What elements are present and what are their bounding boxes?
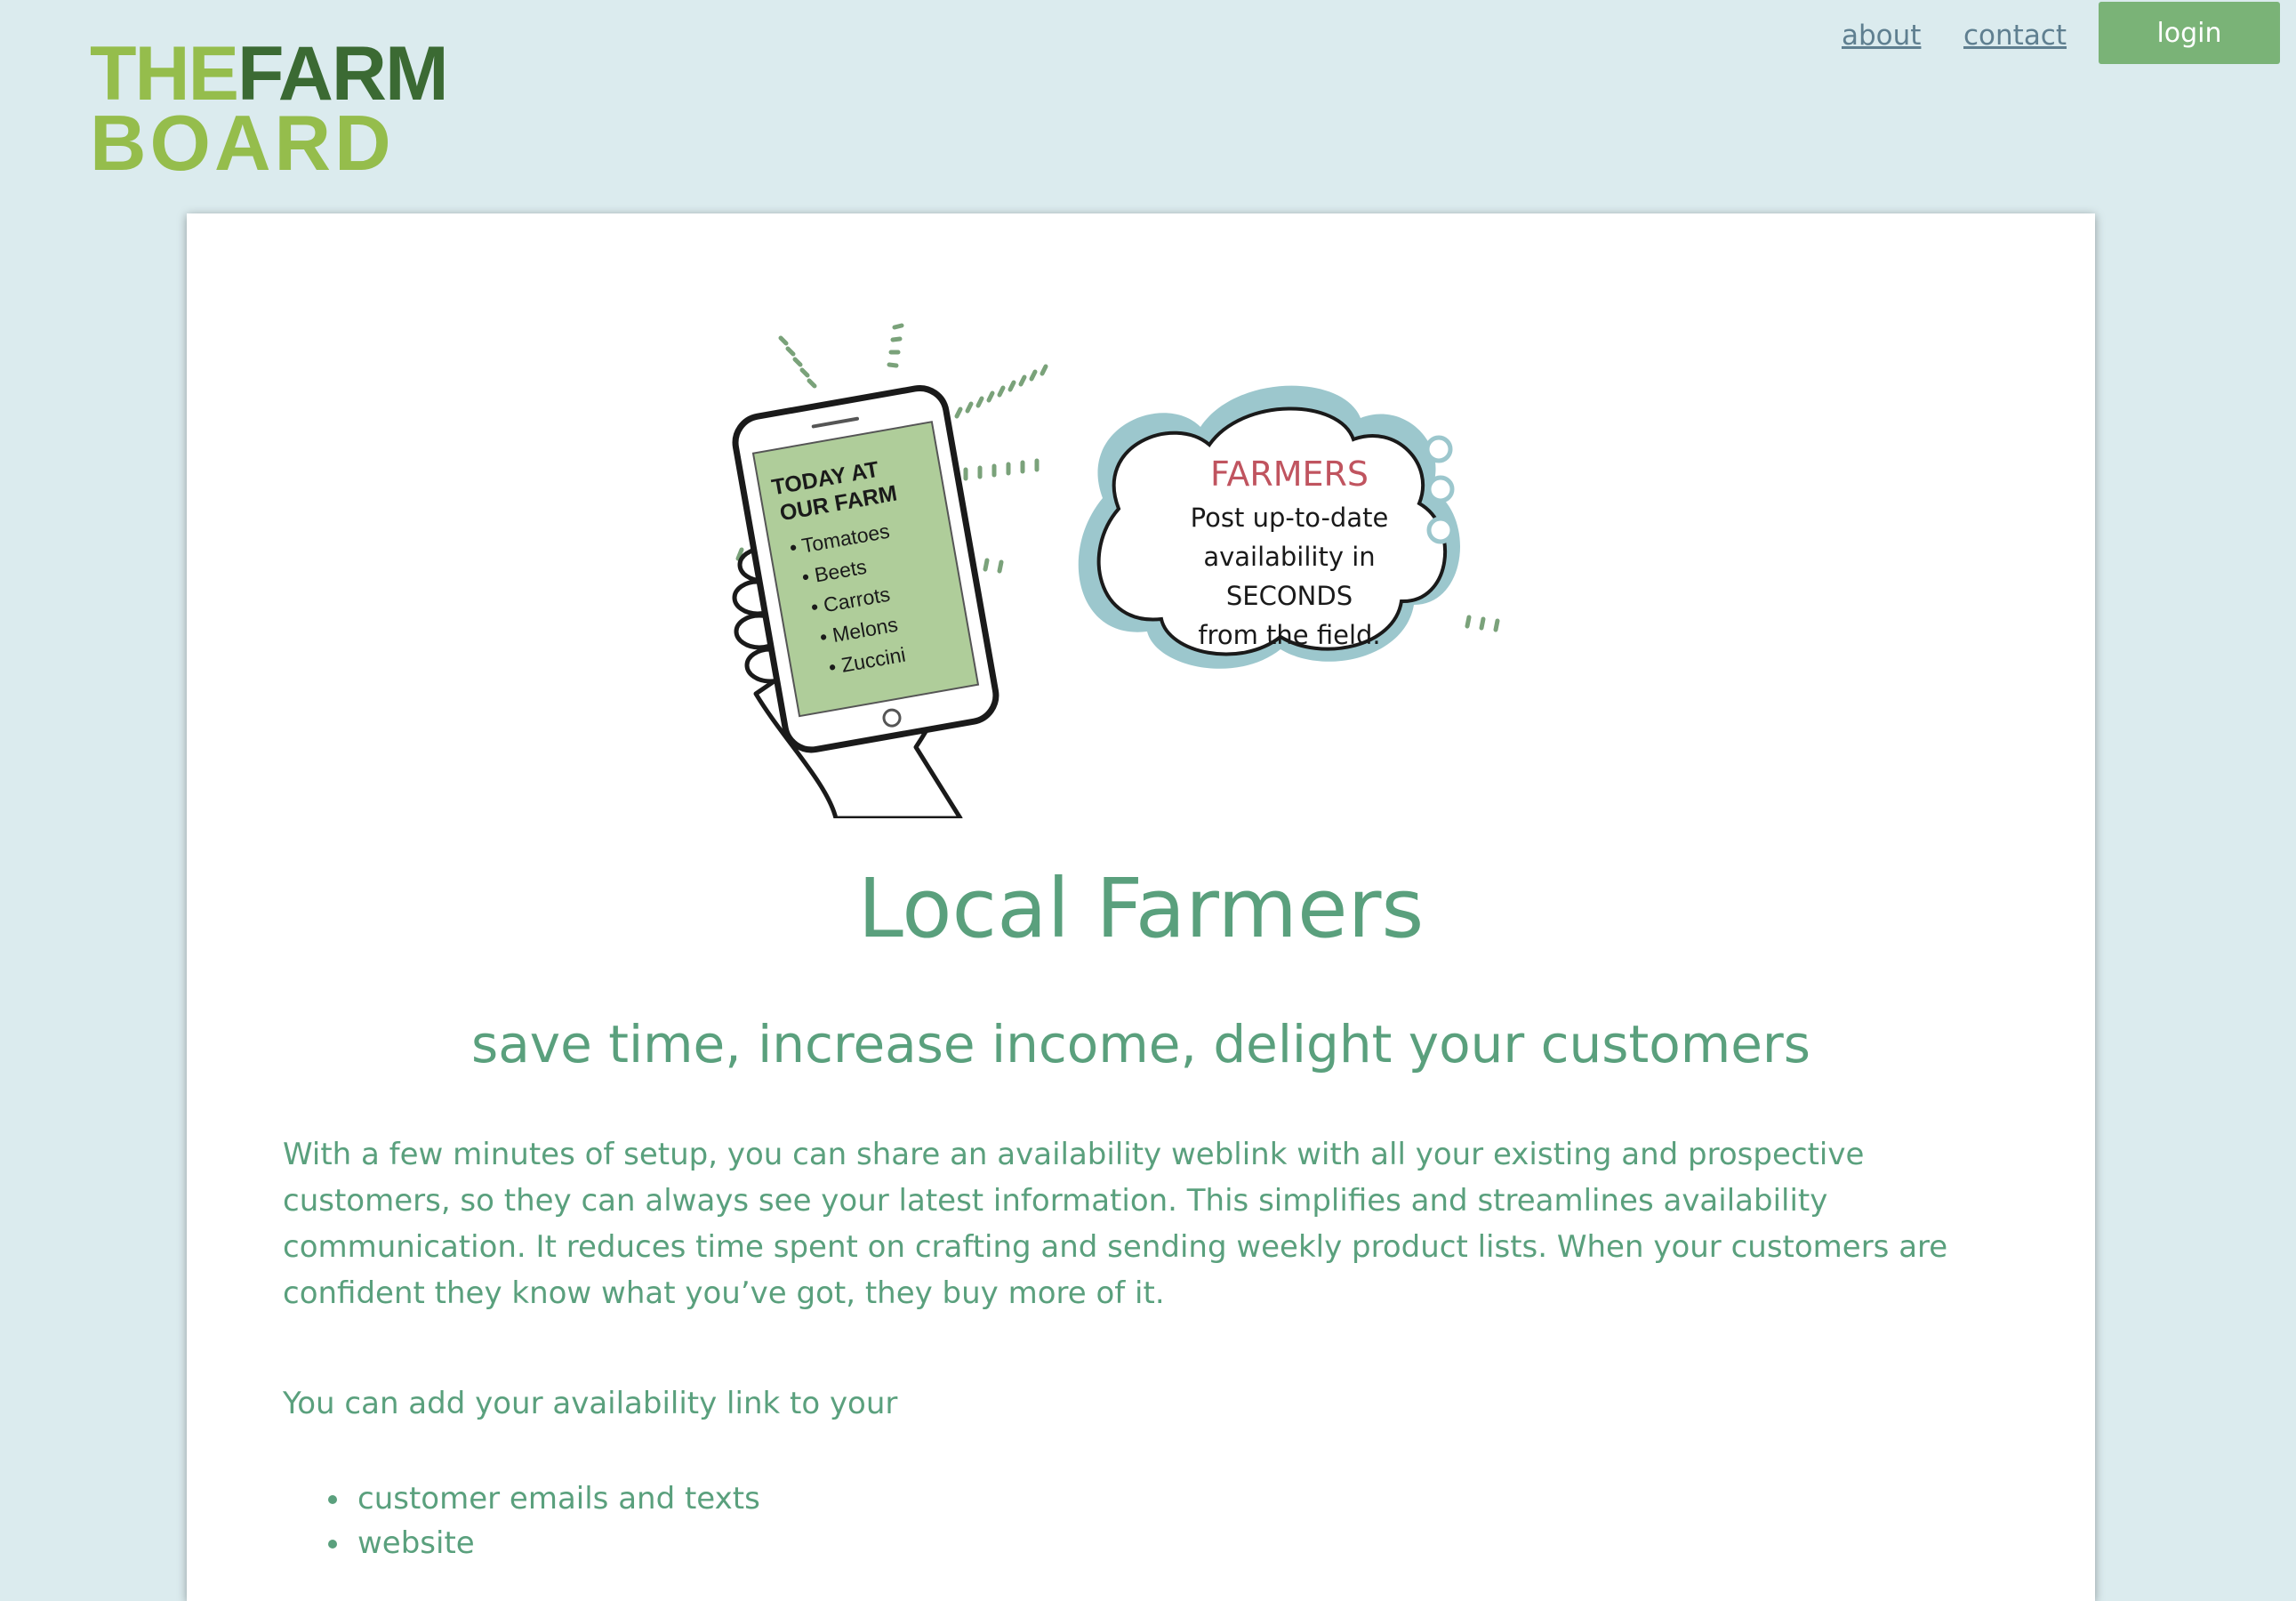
- list-item: website: [352, 1521, 760, 1565]
- logo-board: BOARD: [90, 99, 395, 187]
- list-item: customer emails and texts: [352, 1476, 760, 1521]
- availability-channel-list: customer emails and texts website: [283, 1476, 760, 1565]
- bubble-line-2: availability in: [1203, 542, 1375, 572]
- page-subtitle: save time, increase income, delight your…: [471, 1014, 1810, 1074]
- page-title: Local Farmers: [857, 861, 1425, 956]
- nav-contact-link[interactable]: contact: [1963, 20, 2067, 52]
- login-button[interactable]: login: [2099, 2, 2280, 64]
- bubble-line-3: SECONDS: [1226, 581, 1353, 611]
- bubble-title: FARMERS: [1210, 455, 1369, 494]
- main-card: TODAY AT OUR FARM • Tomatoes • Beets • C…: [187, 213, 2095, 1601]
- thought-cloud: FARMERS Post up-to-date availability in …: [1078, 385, 1461, 669]
- hero-illustration: TODAY AT OUR FARM • Tomatoes • Beets • C…: [732, 323, 1500, 818]
- availability-intro: You can add your availability link to yo…: [283, 1386, 898, 1421]
- nav-about-link[interactable]: about: [1842, 20, 1921, 52]
- bubble-line-1: Post up-to-date: [1191, 503, 1389, 533]
- bubble-line-4: from the field.: [1198, 620, 1380, 650]
- intro-paragraph: With a few minutes of setup, you can sha…: [283, 1137, 1948, 1311]
- site-logo[interactable]: THEFARM BOARD: [90, 36, 463, 187]
